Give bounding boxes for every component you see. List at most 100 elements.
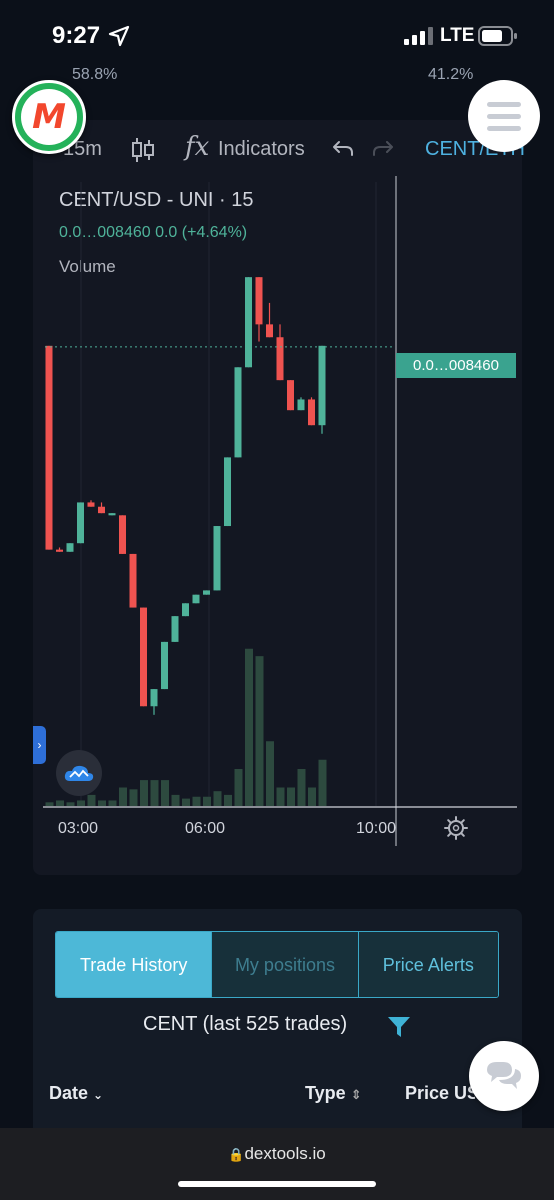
tab-my-positions[interactable]: My positions <box>211 932 358 997</box>
tradingview-logo-icon[interactable] <box>56 750 102 796</box>
logo-badge: M <box>21 89 77 145</box>
undo-icon[interactable] <box>331 136 355 160</box>
candle-body <box>224 457 231 527</box>
status-time: 9:27 <box>52 22 101 49</box>
volume-bar <box>234 769 243 806</box>
location-arrow-icon <box>108 25 130 47</box>
volume-bar <box>245 648 253 806</box>
sort-icon: ⇕ <box>350 1087 362 1102</box>
volume-bar <box>276 787 285 806</box>
col-header-date[interactable]: Date ⌄ <box>49 1083 103 1104</box>
candle-style-icon[interactable] <box>131 136 155 164</box>
candles <box>45 277 326 715</box>
signal-icon <box>404 27 433 45</box>
candle-body <box>129 553 137 608</box>
candle-body <box>297 399 305 411</box>
candle-body <box>203 590 210 595</box>
chevron-down-icon: ⌄ <box>93 1088 104 1102</box>
col-header-price[interactable]: Price USD <box>405 1083 475 1104</box>
lock-icon: 🔒 <box>228 1147 245 1162</box>
volume-bar <box>45 802 54 806</box>
candle-body <box>56 549 63 552</box>
volume-bar <box>108 800 117 806</box>
token-percent-row: 58.8% 41.2% <box>0 66 554 86</box>
browser-bar <box>0 1128 554 1200</box>
candle-body <box>77 502 84 544</box>
x-tick-label: 10:00 <box>356 820 397 837</box>
status-bar: 9:27 LTE <box>0 0 554 68</box>
volume-bar <box>287 787 295 806</box>
col-header-type[interactable]: Type ⇕ <box>305 1083 362 1104</box>
candle-body <box>108 513 116 516</box>
volume-bar <box>66 802 75 806</box>
app-logo[interactable]: M <box>12 80 86 154</box>
col-header-label: Type <box>305 1083 346 1103</box>
candle-body <box>171 616 179 642</box>
volume-bar <box>297 769 306 806</box>
candle-body <box>276 337 284 381</box>
volume-bar <box>308 787 316 806</box>
logo-letter: M <box>32 97 66 137</box>
volume-bar <box>56 800 64 806</box>
candle-body <box>287 380 294 411</box>
indicators-button[interactable]: Indicators <box>218 138 305 161</box>
candle-body <box>161 641 168 690</box>
x-tick-label: 06:00 <box>185 820 226 837</box>
volume-bar <box>129 789 138 806</box>
volume-bar <box>213 791 222 806</box>
tab-trade-history[interactable]: Trade History <box>56 932 212 997</box>
volume-bar <box>87 794 96 806</box>
expand-sidebar-tab[interactable]: › <box>33 726 46 764</box>
volume-bar <box>171 794 180 806</box>
chat-bubbles-icon <box>487 1062 521 1089</box>
candle-body <box>234 367 242 458</box>
candle-body <box>45 345 53 550</box>
url-text: dextools.io <box>244 1144 326 1163</box>
url-bar[interactable]: 🔒dextools.io <box>0 1144 554 1164</box>
menu-line-icon <box>487 113 521 119</box>
filter-icon[interactable] <box>387 1015 411 1039</box>
chart-settings-icon[interactable] <box>444 816 468 840</box>
redo-icon[interactable] <box>371 136 395 160</box>
candle-body <box>98 506 105 514</box>
candle-body <box>119 515 126 554</box>
volume-bar <box>224 794 232 806</box>
price-chart[interactable] <box>33 172 522 852</box>
menu-button[interactable] <box>468 80 540 152</box>
candle-body <box>266 324 273 338</box>
candle-body <box>87 502 95 507</box>
volume-bar <box>192 796 201 806</box>
indicators-icon[interactable]: fx <box>185 132 209 162</box>
volume-bar <box>318 759 327 806</box>
left-percent: 58.8% <box>72 66 118 83</box>
candle-body <box>182 603 189 617</box>
candle-body <box>245 277 252 368</box>
volume-bar <box>161 780 169 806</box>
candle-body <box>66 543 74 552</box>
battery-icon <box>478 26 517 46</box>
volume-bar <box>77 800 85 806</box>
volume-bar <box>182 798 190 806</box>
chart-grid <box>43 176 517 846</box>
tab-price-alerts[interactable]: Price Alerts <box>357 932 498 997</box>
candle-body <box>255 277 263 325</box>
candle-body <box>192 594 200 604</box>
volume-bar <box>98 800 106 806</box>
col-header-label: Date <box>49 1083 89 1103</box>
candle-body <box>140 607 147 707</box>
volume-bar <box>255 656 264 806</box>
volume-bar <box>119 787 127 806</box>
candle-body <box>150 689 158 707</box>
candle-body <box>308 399 315 426</box>
cloud-icon <box>64 765 94 781</box>
home-indicator[interactable] <box>178 1181 376 1187</box>
trades-title: CENT (last 525 trades) <box>143 1013 348 1035</box>
volume-bar <box>266 741 274 806</box>
x-tick-label: 03:00 <box>58 820 99 837</box>
network-type: LTE <box>440 25 475 46</box>
right-percent: 41.2% <box>428 66 474 83</box>
last-price-tag: 0.0…008460 <box>396 353 516 378</box>
volume-bar <box>140 780 148 806</box>
chart-toolbar: 15m fx Indicators CENT/ETH <box>33 128 525 172</box>
chat-button[interactable] <box>469 1041 539 1111</box>
